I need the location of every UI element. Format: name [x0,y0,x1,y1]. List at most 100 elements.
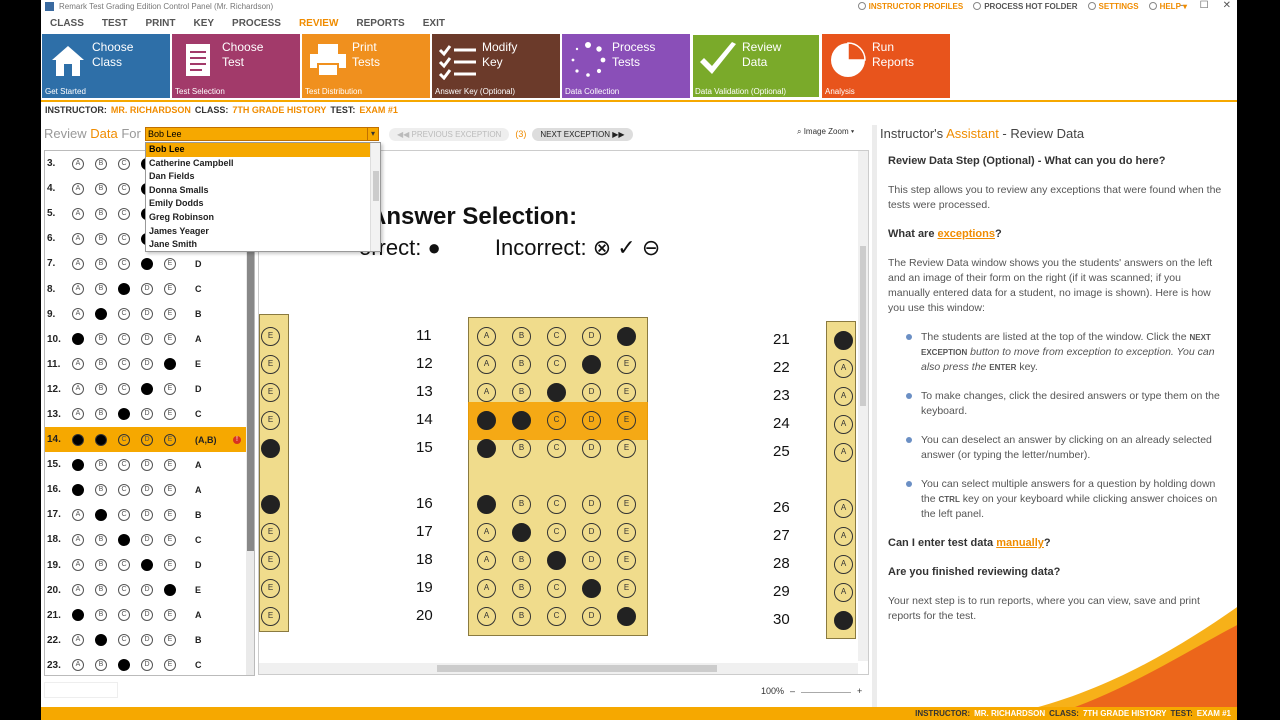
answer-bubble-c[interactable]: C [118,533,130,546]
answer-bubble-e[interactable]: E [164,257,176,270]
answer-bubble-c[interactable]: C [118,207,130,220]
answer-bubble-b[interactable]: B [95,308,107,321]
answer-bubble-e[interactable]: E [164,358,176,371]
exceptions-link[interactable]: exceptions [938,228,995,240]
tile-choose-test[interactable]: Choose Test Test Selection [172,34,300,98]
zoom-in-icon[interactable]: + [857,686,862,696]
image-vertical-scrollbar[interactable] [858,151,868,661]
question-row[interactable]: 16. A B C D E A [45,477,254,502]
zoom-out-icon[interactable]: – [790,686,795,696]
menu-process[interactable]: PROCESS [223,18,290,29]
answer-bubble-c[interactable]: C [118,559,130,572]
tile-review-data[interactable]: Review Data Data Validation (Optional) [692,34,820,98]
tile-run-reports[interactable]: Run Reports Analysis [822,34,950,98]
answer-bubble-c[interactable]: C [118,257,130,270]
answer-bubble-a[interactable]: A [72,157,84,170]
answer-bubble-d[interactable]: D [141,358,153,371]
image-horizontal-scrollbar[interactable] [259,663,858,674]
answers-scroll-thumb[interactable] [247,251,254,551]
answer-bubble-b[interactable]: B [95,383,107,396]
question-row[interactable]: 15. A B C D E A [45,452,254,477]
answer-bubble-c[interactable]: C [118,609,130,622]
question-row[interactable]: 17. A B C D E B [45,502,254,527]
answer-bubble-e[interactable]: E [164,383,176,396]
answer-bubble-e[interactable]: E [164,458,176,471]
answer-bubble-d[interactable]: D [141,659,153,672]
answer-bubble-e[interactable]: E [164,308,176,321]
previous-exception-button[interactable]: ◀◀ PREVIOUS EXCEPTION [389,127,510,141]
answer-bubble-d[interactable]: D [141,458,153,471]
answer-bubble-b[interactable]: B [95,257,107,270]
menu-print[interactable]: PRINT [136,18,184,29]
top-link[interactable]: HELP ▾ [1148,2,1187,11]
close-button[interactable]: ✕ [1223,0,1231,11]
answer-bubble-e[interactable]: E [164,283,176,296]
answer-bubble-d[interactable]: D [141,609,153,622]
answer-bubble-e[interactable]: E [164,559,176,572]
answer-bubble-d[interactable]: D [141,257,153,270]
answer-bubble-a[interactable]: A [72,483,84,496]
maximize-button[interactable]: ☐ [1200,0,1209,11]
answer-bubble-b[interactable]: B [95,508,107,521]
answer-bubble-d[interactable]: D [141,559,153,572]
answer-bubble-e[interactable]: E [164,483,176,496]
student-option[interactable]: Donna Smalls [146,184,380,198]
tile-print-tests[interactable]: Print Tests Test Distribution [302,34,430,98]
answer-bubble-b[interactable]: B [95,232,107,245]
answer-bubble-c[interactable]: C [118,232,130,245]
answer-bubble-c[interactable]: C [118,433,130,446]
answer-bubble-b[interactable]: B [95,207,107,220]
answer-bubble-a[interactable]: A [72,508,84,521]
answer-bubble-b[interactable]: B [95,609,107,622]
answer-bubble-b[interactable]: B [95,283,107,296]
answer-bubble-e[interactable]: E [164,333,176,346]
answer-bubble-a[interactable]: A [72,458,84,471]
answer-bubble-d[interactable]: D [141,483,153,496]
answer-bubble-a[interactable]: A [72,559,84,572]
chevron-down-icon[interactable]: ▾ [367,127,379,141]
answer-bubble-b[interactable]: B [95,483,107,496]
answer-bubble-e[interactable]: E [164,533,176,546]
answer-bubble-c[interactable]: C [118,483,130,496]
answer-bubble-a[interactable]: A [72,333,84,346]
student-option[interactable]: Greg Robinson [146,211,380,225]
answer-bubble-b[interactable]: B [95,659,107,672]
student-option[interactable]: Jane Smith [146,238,380,252]
menu-reports[interactable]: REPORTS [347,18,413,29]
answer-bubble-c[interactable]: C [118,508,130,521]
question-row[interactable]: 23. A B C D E C [45,653,254,675]
answer-bubble-a[interactable]: A [72,207,84,220]
answer-bubble-a[interactable]: A [72,533,84,546]
answer-bubble-e[interactable]: E [164,433,176,446]
answer-bubble-b[interactable]: B [95,433,107,446]
answer-bubble-a[interactable]: A [72,308,84,321]
answer-bubble-e[interactable]: E [164,609,176,622]
answer-bubble-a[interactable]: A [72,408,84,421]
top-link[interactable]: INSTRUCTOR PROFILES [857,2,963,11]
answer-bubble-c[interactable]: C [118,333,130,346]
answer-bubble-c[interactable]: C [118,408,130,421]
answer-bubble-a[interactable]: A [72,609,84,622]
dropdown-scrollbar[interactable] [370,143,380,251]
question-row[interactable]: 12. A B C D E D [45,377,254,402]
answer-bubble-d[interactable]: D [141,433,153,446]
answer-bubble-a[interactable]: A [72,433,84,446]
student-option[interactable]: Dan Fields [146,170,380,184]
tile-modify-key[interactable]: Modify Key Answer Key (Optional) [432,34,560,98]
menu-review[interactable]: REVIEW [290,18,347,29]
menu-class[interactable]: CLASS [41,18,93,29]
question-row[interactable]: 9. A B C D E B [45,302,254,327]
answer-bubble-d[interactable]: D [141,383,153,396]
answer-bubble-a[interactable]: A [72,584,84,597]
menu-key[interactable]: KEY [184,18,223,29]
answer-bubble-a[interactable]: A [72,182,84,195]
top-link[interactable]: PROCESS HOT FOLDER [973,2,1078,11]
student-option[interactable]: Emily Dodds [146,197,380,211]
answer-bubble-b[interactable]: B [95,333,107,346]
answer-bubble-e[interactable]: E [164,508,176,521]
image-hscroll-thumb[interactable] [437,665,717,672]
answer-bubble-d[interactable]: D [141,283,153,296]
question-row[interactable]: 14. A B C D E (A,B)! [45,427,254,453]
question-row[interactable]: 13. A B C D E C [45,402,254,427]
answer-bubble-b[interactable]: B [95,358,107,371]
